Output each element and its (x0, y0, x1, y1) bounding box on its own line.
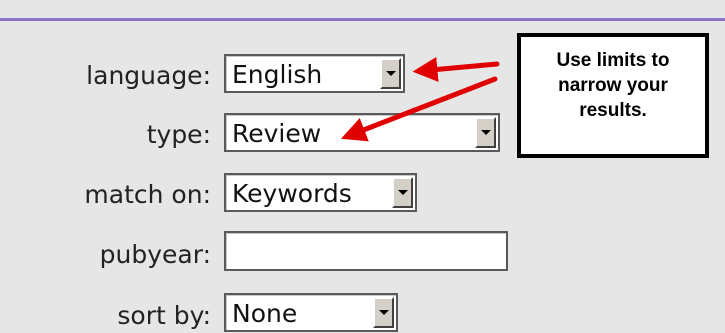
arrow-to-language (412, 56, 500, 82)
arrow-to-type (341, 76, 498, 142)
annotation-arrows (341, 56, 500, 142)
